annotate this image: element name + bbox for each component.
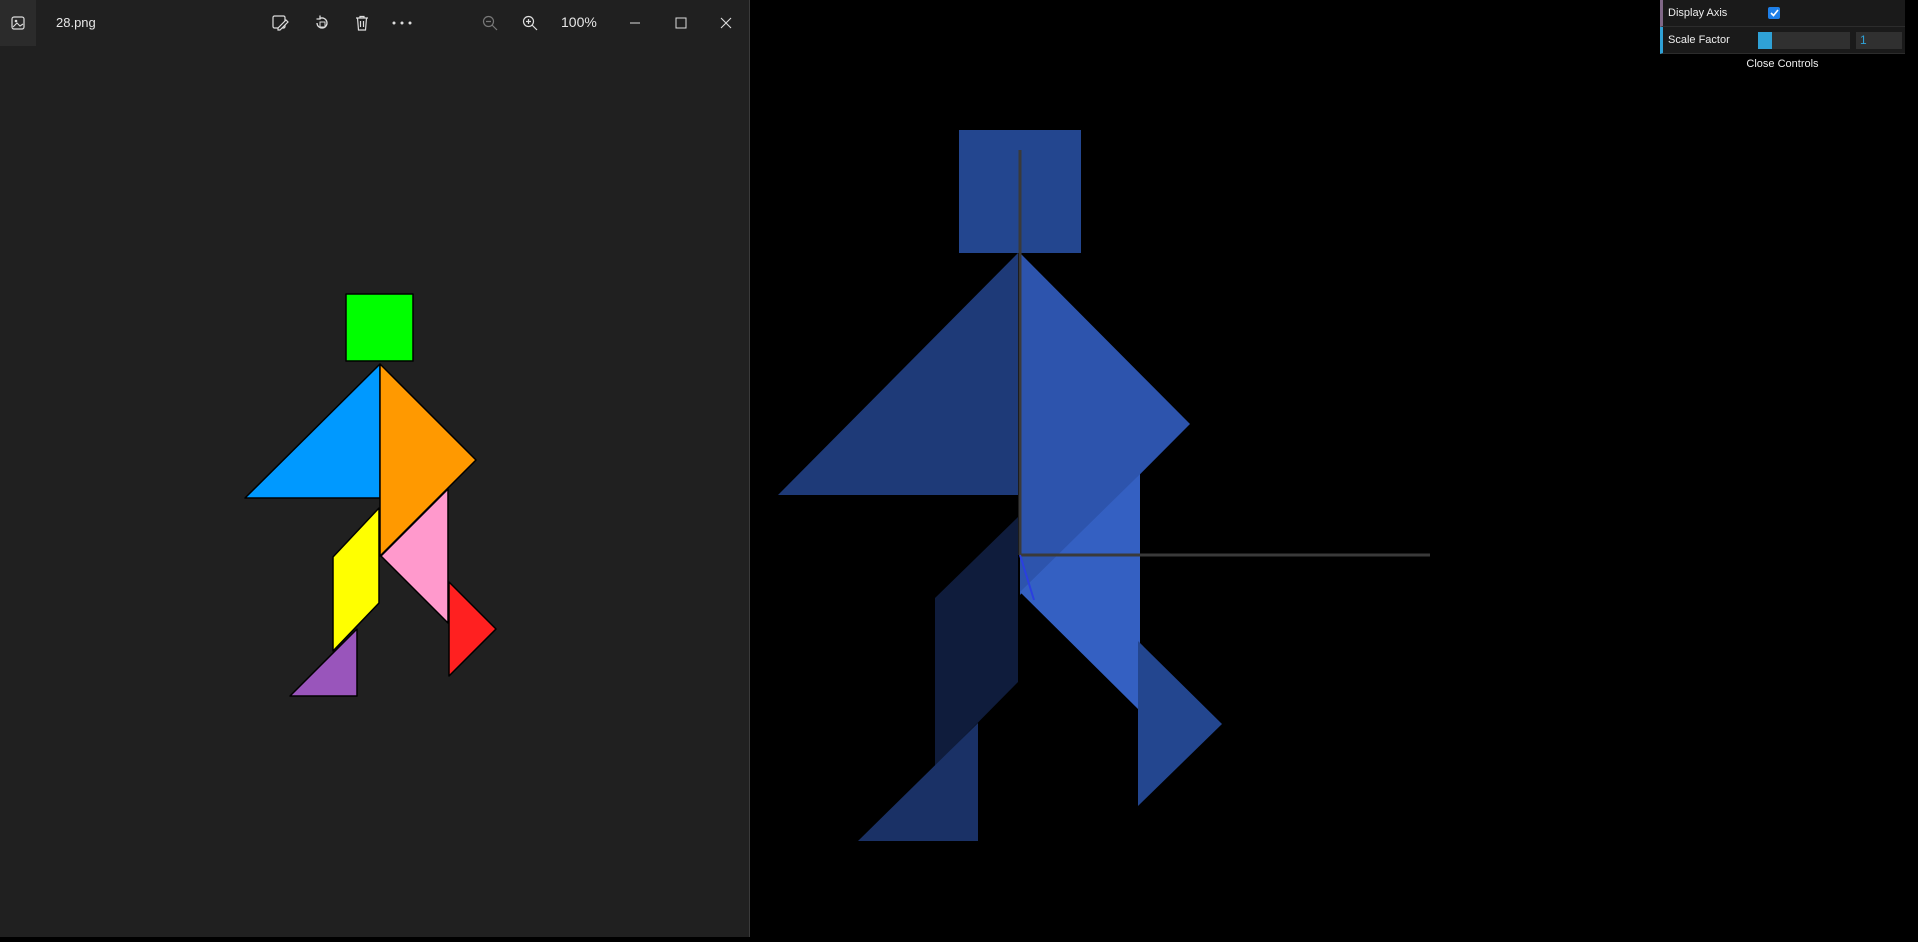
piece-purple-triangle: [858, 723, 978, 841]
close-controls-button[interactable]: Close Controls: [1660, 54, 1905, 74]
scale-factor-slider-fill: [1758, 32, 1772, 49]
scale-factor-row: Scale Factor 1: [1660, 27, 1905, 54]
more-icon: [392, 21, 412, 25]
file-name: 28.png: [56, 15, 96, 30]
maximize-button[interactable]: [667, 9, 695, 37]
3d-scene-canvas[interactable]: [750, 0, 1918, 937]
minimize-button[interactable]: [621, 9, 649, 37]
more-options-button[interactable]: [388, 9, 416, 37]
photos-app-icon: [0, 0, 36, 46]
checkmark-icon: [1769, 9, 1779, 17]
tangram-image: [244, 293, 497, 697]
tangram-head-square: [345, 293, 414, 362]
minimize-icon: [630, 22, 640, 24]
rotate-button[interactable]: [308, 9, 336, 37]
display-axis-checkbox[interactable]: [1768, 7, 1780, 19]
controls-panel: Display Axis Scale Factor 1 Close Contro…: [1660, 0, 1905, 74]
rotate-icon: [316, 15, 328, 29]
edit-image-button[interactable]: [266, 9, 294, 37]
zoom-out-icon: [482, 15, 498, 31]
delete-button[interactable]: [348, 9, 376, 37]
tangram-3d-render: [778, 130, 1430, 841]
close-icon: [720, 17, 732, 29]
image-canvas: [0, 46, 749, 937]
tangram-red-triangle: [448, 581, 497, 677]
scale-factor-slider[interactable]: [1758, 32, 1850, 49]
edit-image-icon: [272, 15, 289, 31]
title-bar: 28.png 100%: [0, 0, 749, 46]
maximize-icon: [675, 17, 687, 29]
zoom-in-icon: [522, 15, 538, 31]
zoom-level: 100%: [561, 14, 597, 30]
tangram-left-large-triangle: [244, 363, 381, 499]
display-axis-row: Display Axis: [1660, 0, 1905, 27]
display-axis-label: Display Axis: [1668, 7, 1728, 19]
close-window-button[interactable]: [712, 9, 740, 37]
delete-icon: [356, 15, 368, 31]
scale-factor-label: Scale Factor: [1668, 34, 1730, 46]
piece-red-triangle: [1138, 641, 1222, 806]
photo-viewer-window: 28.png 100%: [0, 0, 750, 937]
piece-left-large-triangle: [778, 253, 1018, 495]
scale-factor-input[interactable]: 1: [1856, 32, 1902, 49]
zoom-in-button[interactable]: [516, 9, 544, 37]
zoom-out-button[interactable]: [476, 9, 504, 37]
tangram-purple-triangle: [289, 628, 358, 697]
